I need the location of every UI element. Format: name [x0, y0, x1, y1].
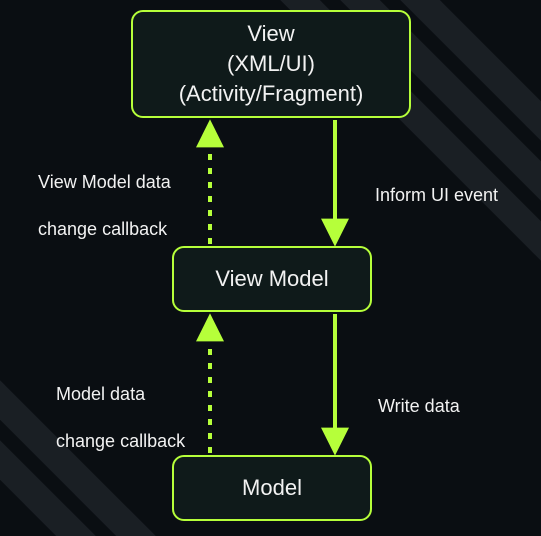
- inform-ui-text: Inform UI event: [375, 185, 498, 205]
- inform-ui-label: Inform UI event: [355, 161, 498, 231]
- view-title-line1: View: [247, 19, 294, 49]
- write-data-text: Write data: [378, 396, 460, 416]
- vm-callback-label: View Model data change callback: [18, 148, 171, 265]
- view-box: View (XML/UI) (Activity/Fragment): [131, 10, 411, 118]
- model-box: Model: [172, 455, 372, 521]
- vm-callback-line2: change callback: [38, 219, 167, 239]
- model-callback-line2: change callback: [56, 431, 185, 451]
- model-label: Model: [242, 473, 302, 503]
- viewmodel-box: View Model: [172, 246, 372, 312]
- viewmodel-label: View Model: [215, 264, 328, 294]
- mvvm-diagram: View (XML/UI) (Activity/Fragment) View M…: [0, 0, 541, 536]
- write-data-label: Write data: [358, 372, 460, 442]
- view-title-line2: (XML/UI): [227, 49, 315, 79]
- vm-callback-line1: View Model data: [38, 172, 171, 192]
- view-title-line3: (Activity/Fragment): [179, 79, 364, 109]
- model-callback-line1: Model data: [56, 384, 145, 404]
- model-callback-label: Model data change callback: [36, 360, 185, 477]
